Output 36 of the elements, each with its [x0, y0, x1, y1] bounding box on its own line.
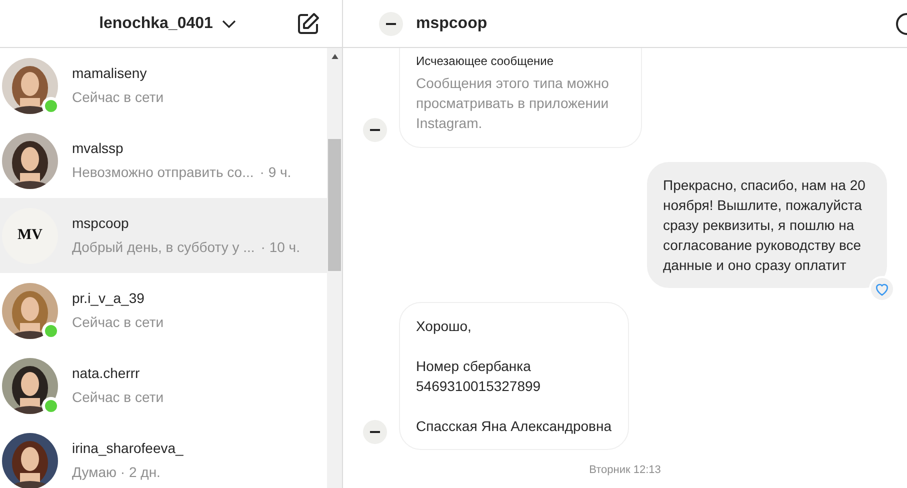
message-text: Спасская Яна Александровна	[416, 417, 612, 436]
message-text: Хорошо,	[416, 317, 472, 336]
conversation-name: mamaliseny	[72, 64, 148, 83]
scroll-up-icon[interactable]	[330, 54, 338, 59]
conversation-item[interactable]: MV mspcoop Добрый день, в субботу у ... · 10 ч.	[0, 198, 327, 273]
conversation-name: mspcoop	[72, 214, 130, 233]
message-preview: Сейчас в сети	[72, 388, 164, 407]
compose-icon[interactable]	[296, 12, 320, 36]
message-text: Номер сбербанка	[416, 357, 532, 376]
conversation-name: nata.cherrr	[72, 364, 141, 383]
conversation-name: irina_sharofeeva_	[72, 439, 184, 458]
message-time: · 9 ч.	[260, 163, 292, 182]
conversation-item[interactable]: mamaliseny Сейчас в сети	[0, 48, 327, 123]
message-preview: Добрый день, в субботу у ...	[72, 238, 255, 257]
conversation-name: mvalssp	[72, 139, 124, 158]
message-preview: Невозможно отправить со...	[72, 163, 254, 182]
message-text: Сообщения этого типа можно просматривать в приложении Instagram.	[416, 74, 610, 133]
message-preview: Сейчас в сети	[72, 313, 164, 332]
conversation-item[interactable]: irina_sharofeeva_ Думаю · 2 дн.	[0, 423, 327, 488]
chat-title[interactable]: mspcoop	[416, 12, 488, 36]
timestamp: Вторник 12:13	[588, 463, 662, 478]
message-text: Прекрасно, спасибо, нам на 20 ноября! Вышлите, пожалуйста сразу реквизиты, я пошлю на согласование руководству все данные и оно сразу оплатит	[663, 176, 866, 275]
conversation-item[interactable]: mvalssp Невозможно отправить со... · 9 ч.	[0, 123, 327, 198]
message-title: Исчезающее сообщение	[416, 53, 555, 70]
conversation-item[interactable]: nata.cherrr Сейчас в сети	[0, 348, 327, 423]
scrollbar[interactable]	[327, 48, 342, 488]
scroll-thumb[interactable]	[328, 139, 341, 271]
message-preview: Сейчас в сети	[72, 88, 164, 107]
conversation-name: pr.i_v_a_39	[72, 289, 146, 308]
avatar: MV	[2, 208, 58, 264]
account-name[interactable]: lenochka_0401	[99, 12, 213, 36]
message-text: 5469310015327899	[416, 377, 542, 396]
message-preview: Думаю · 2 дн.	[72, 463, 160, 482]
conversation-item[interactable]: pr.i_v_a_39 Сейчас в сети	[0, 273, 327, 348]
message-time: · 10 ч.	[260, 238, 300, 257]
heart-icon	[874, 281, 890, 297]
